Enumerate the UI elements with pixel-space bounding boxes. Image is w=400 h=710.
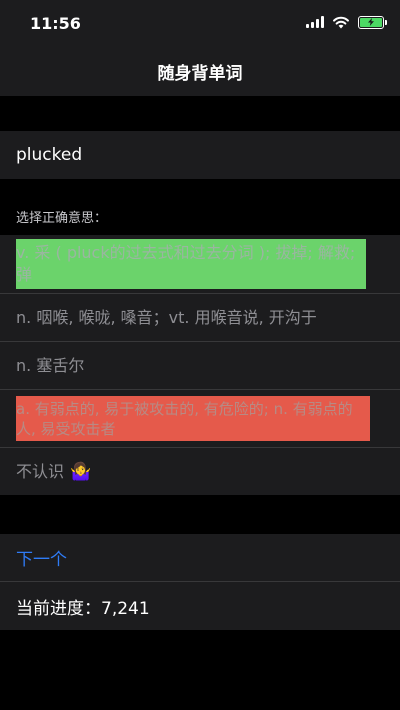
bottom-actions: 下一个 当前进度：7,241	[0, 534, 400, 630]
page-title: 随身背单词	[157, 63, 243, 84]
wrong-highlight: a. 有弱点的, 易于被攻击的, 有危险的; n. 有弱点的人, 易受攻击者	[16, 396, 370, 441]
quiz-word: plucked	[16, 145, 83, 165]
option-text: n. 塞舌尔	[16, 355, 85, 375]
option-text: a. 有弱点的, 易于被攻击的, 有危险的; n. 有弱点的人, 易受攻击者	[16, 400, 353, 438]
word-cell: plucked	[0, 131, 400, 179]
answer-option-wrong[interactable]: a. 有弱点的, 易于被攻击的, 有危险的; n. 有弱点的人, 易受攻击者	[0, 390, 400, 448]
navigation-bar: 随身背单词	[0, 46, 400, 96]
progress-cell: 当前进度：7,241	[0, 582, 400, 630]
battery-charging-icon	[358, 15, 387, 29]
status-bar: 11:56	[0, 0, 400, 46]
prompt-label: 选择正确意思：	[16, 211, 108, 226]
wifi-icon	[333, 16, 349, 29]
answer-option[interactable]: n. 咽喉, 喉咙, 嗓音；vt. 用喉音说, 开沟于	[0, 294, 400, 342]
next-button[interactable]: 下一个	[0, 534, 400, 582]
status-icons	[306, 15, 387, 29]
answer-option-unknown[interactable]: 不认识 🤷‍♀️	[0, 448, 400, 495]
answer-option[interactable]: n. 塞舌尔	[0, 342, 400, 390]
option-text: v. 采 ( pluck的过去式和过去分词 ); 拔掉; 解救; 弹	[16, 243, 356, 284]
next-label: 下一个	[16, 550, 67, 570]
bolt-icon	[368, 18, 374, 26]
status-time: 11:56	[30, 14, 81, 33]
cellular-signal-icon	[306, 16, 324, 28]
answer-option-correct[interactable]: v. 采 ( pluck的过去式和过去分词 ); 拔掉; 解救; 弹	[0, 235, 400, 294]
option-text: n. 咽喉, 喉咙, 嗓音；vt. 用喉音说, 开沟于	[16, 307, 317, 327]
correct-highlight: v. 采 ( pluck的过去式和过去分词 ); 拔掉; 解救; 弹	[16, 239, 366, 289]
app-screen: 11:56 随身背单词 plucked 选择正确意思： v. 采 (pluck…	[0, 0, 400, 710]
person-shrugging-icon: 🤷‍♀️	[70, 461, 92, 482]
progress-text: 当前进度：7,241	[16, 598, 150, 619]
answer-options-list: v. 采 ( pluck的过去式和过去分词 ); 拔掉; 解救; 弹 n. 咽喉…	[0, 235, 400, 495]
option-text: 不认识	[16, 461, 65, 481]
